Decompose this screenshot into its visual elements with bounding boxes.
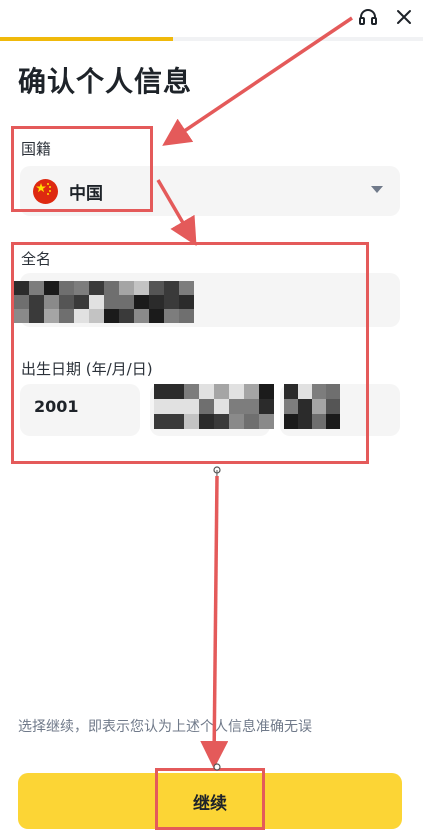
redaction-pixel [199,384,214,399]
redaction-pixel [59,309,74,323]
redaction-pixel [298,399,312,414]
redaction-pixel [134,295,149,309]
redaction-pixel [169,414,184,429]
redaction-pixel [89,295,104,309]
redaction-pixel [74,281,89,295]
birth-year-value: 2001 [34,397,79,416]
redaction-pixel [104,295,119,309]
redaction-pixel [214,399,229,414]
redaction-pixel [169,399,184,414]
redaction-pixel [199,414,214,429]
redaction-pixel [104,281,119,295]
redaction-pixel [312,384,326,399]
redaction-pixel [119,295,134,309]
progress-bar [0,37,423,41]
redaction-pixel [326,399,340,414]
redaction-pixel [59,295,74,309]
redaction-pixel [312,414,326,429]
consent-disclaimer: 选择继续，即表示您认为上述个人信息准确无误 [18,719,312,735]
redaction-pixel [284,384,298,399]
redacted-day [284,384,340,429]
redaction-pixel [134,309,149,323]
redaction-pixel [259,384,274,399]
arrow-end-dot [213,763,221,771]
redaction-pixel [229,384,244,399]
nationality-select[interactable]: 中国 [20,166,400,216]
progress-fill [0,37,174,41]
redaction-pixel [164,281,179,295]
redaction-pixel [312,399,326,414]
page-title: 确认个人信息 [18,65,193,98]
birth-month-field[interactable] [150,384,274,436]
nationality-value: 中国 [69,184,103,204]
arrow-start-dot [213,466,221,474]
redaction-pixel [326,384,340,399]
redaction-pixel [326,414,340,429]
redaction-pixel [14,295,29,309]
redaction-pixel [229,414,244,429]
redaction-pixel [154,414,169,429]
redaction-pixel [284,414,298,429]
redaction-pixel [119,281,134,295]
birth-year-field[interactable]: 2001 [20,384,140,436]
continue-button[interactable]: 继续 [18,773,402,829]
top-bar [0,0,423,41]
redaction-pixel [244,384,259,399]
redaction-pixel [74,309,89,323]
redaction-pixel [59,281,74,295]
redaction-pixel [44,281,59,295]
redaction-pixel [214,414,229,429]
redaction-pixel [184,384,199,399]
headset-icon[interactable] [357,6,379,28]
redaction-pixel [154,399,169,414]
redaction-pixel [298,384,312,399]
redaction-pixel [14,309,29,323]
redaction-pixel [214,384,229,399]
redaction-pixel [179,281,194,295]
redaction-pixel [184,399,199,414]
redaction-pixel [149,281,164,295]
redaction-pixel [229,399,244,414]
redaction-pixel [298,414,312,429]
redaction-pixel [259,399,274,414]
nationality-label: 国籍 [21,140,52,158]
redaction-pixel [149,309,164,323]
redaction-pixel [184,414,199,429]
redacted-month [154,384,274,429]
redacted-name [14,281,194,323]
redaction-pixel [89,281,104,295]
china-flag-icon [33,179,58,204]
redaction-pixel [284,399,298,414]
redaction-pixel [44,309,59,323]
redaction-pixel [154,384,169,399]
redaction-pixel [134,281,149,295]
redaction-pixel [244,414,259,429]
redaction-pixel [74,295,89,309]
close-icon[interactable] [393,6,415,28]
redaction-pixel [104,309,119,323]
redaction-pixel [169,384,184,399]
redaction-pixel [199,399,214,414]
redaction-pixel [89,309,104,323]
chevron-down-icon [371,186,383,193]
redaction-pixel [29,309,44,323]
fullname-field[interactable] [14,273,400,327]
birthdate-label: 出生日期 (年/月/日) [21,360,153,378]
redaction-pixel [119,309,134,323]
redaction-pixel [179,295,194,309]
redaction-pixel [44,295,59,309]
redaction-pixel [164,309,179,323]
redaction-pixel [179,309,194,323]
redaction-pixel [29,295,44,309]
redaction-pixel [164,295,179,309]
birth-day-field[interactable] [280,384,400,436]
redaction-pixel [14,281,29,295]
redaction-pixel [29,281,44,295]
redaction-pixel [149,295,164,309]
redaction-pixel [244,399,259,414]
redaction-pixel [259,414,274,429]
fullname-label: 全名 [21,250,52,268]
